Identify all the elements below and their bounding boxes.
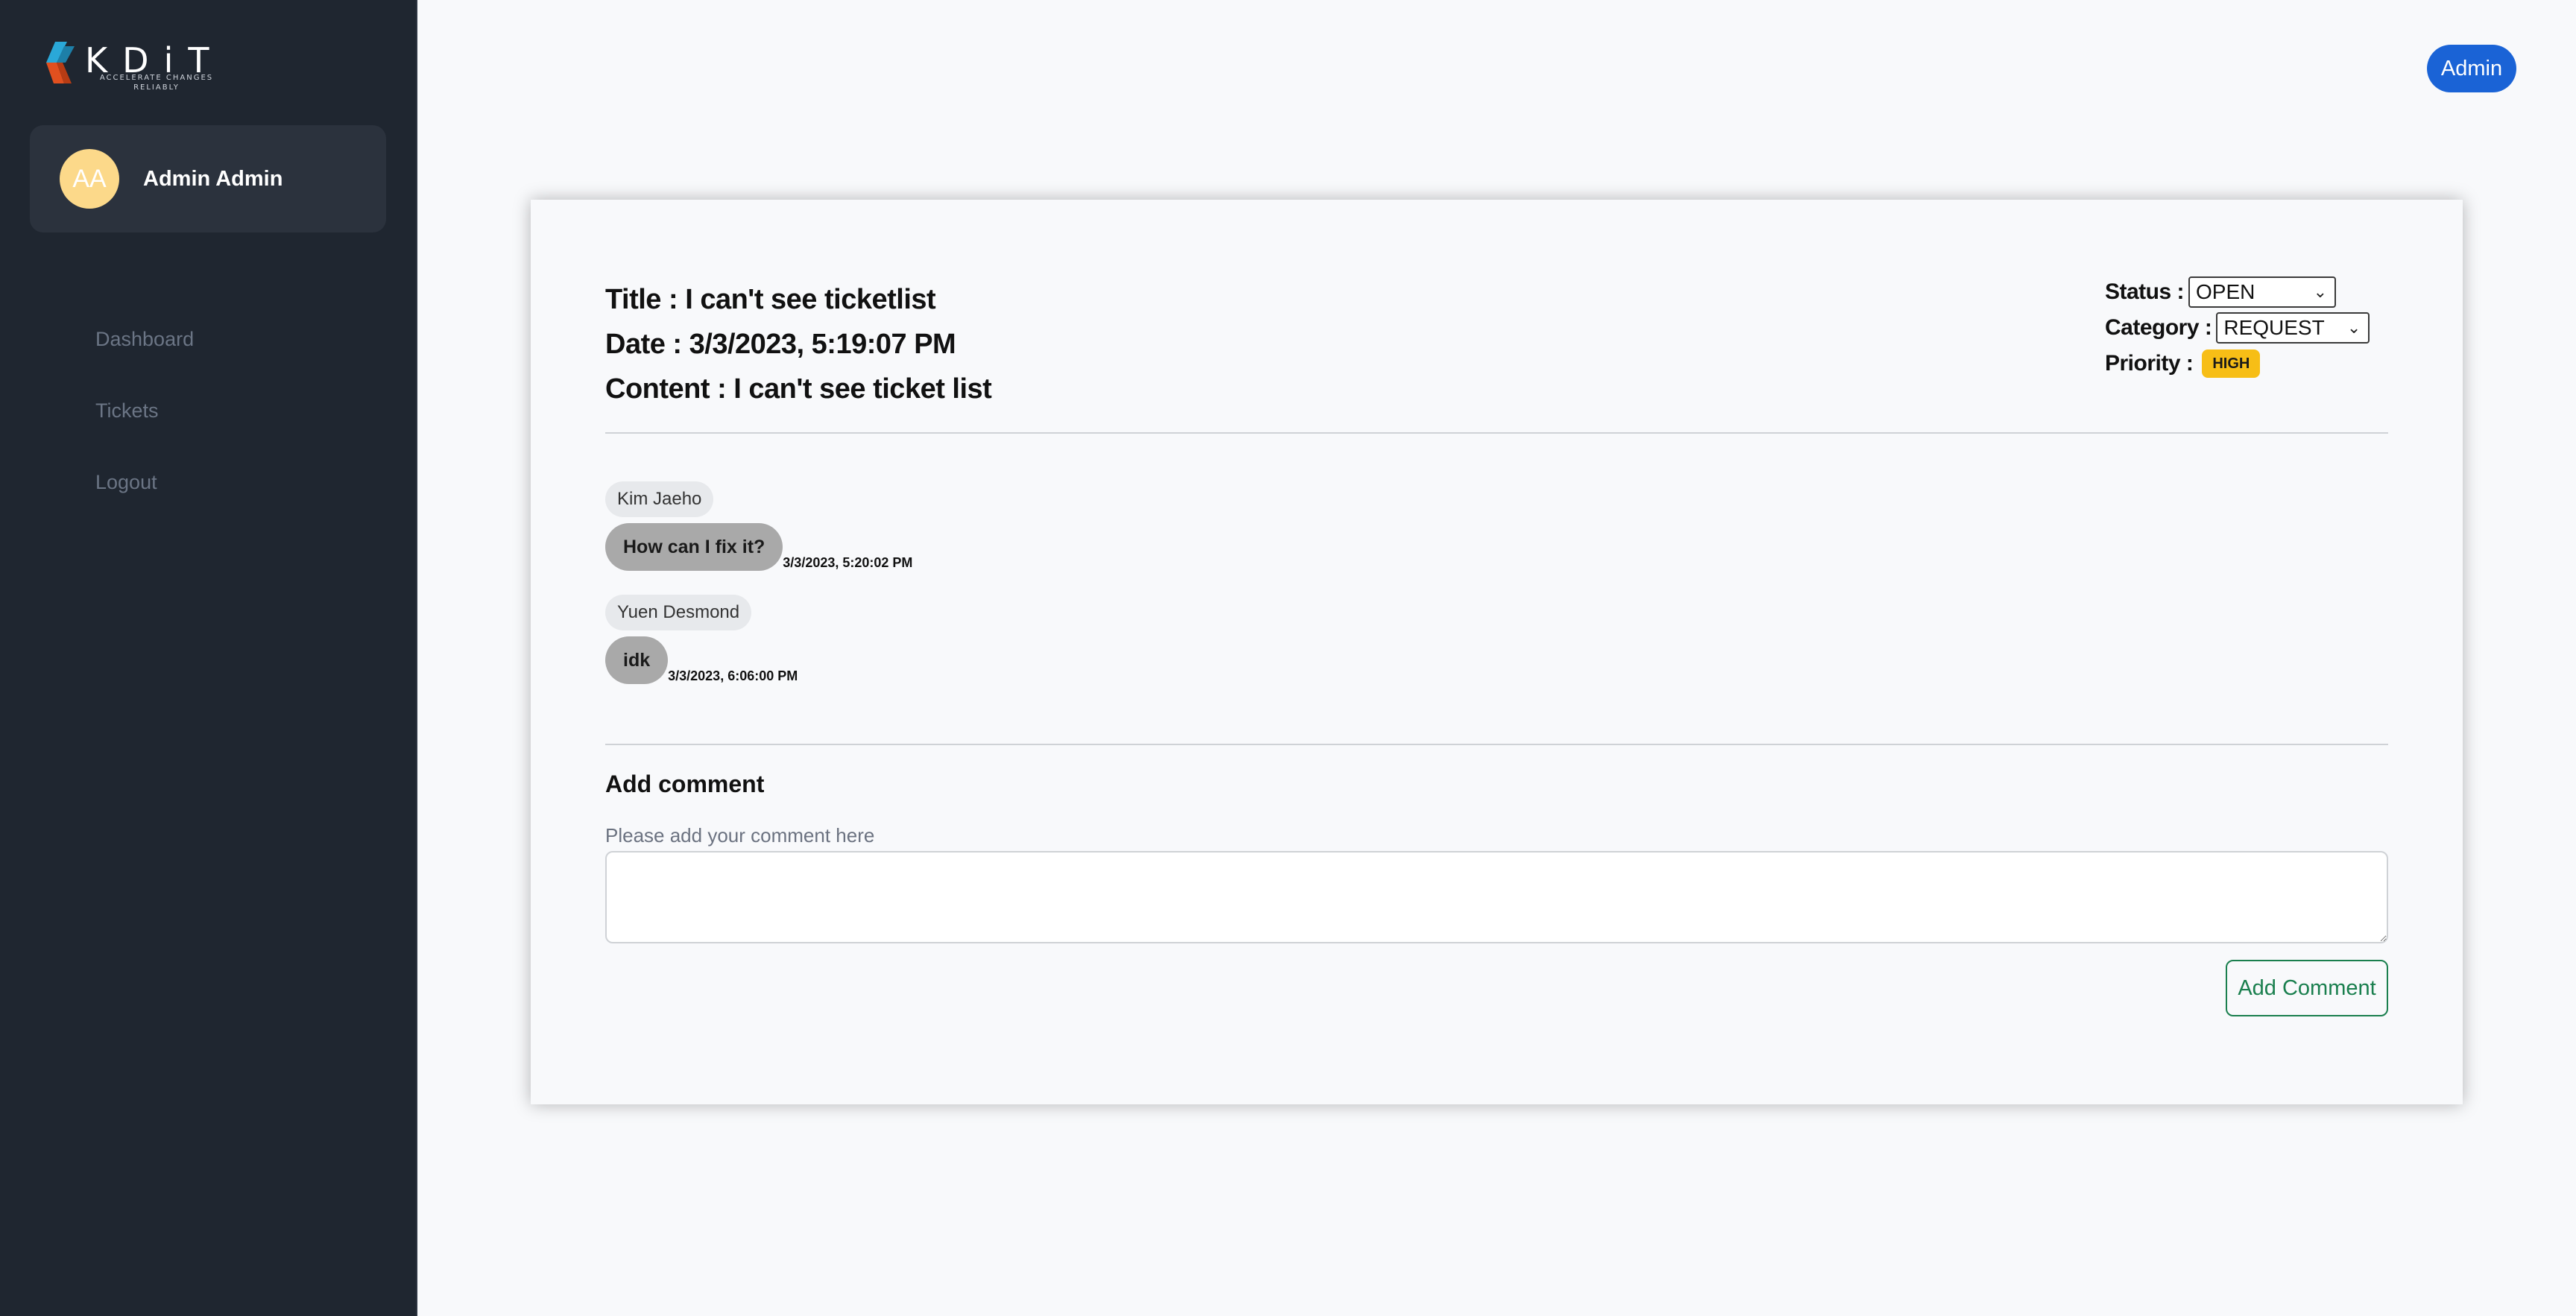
header-divider xyxy=(605,432,2388,434)
priority-badge: HIGH xyxy=(2202,349,2261,378)
admin-role-button[interactable]: Admin xyxy=(2427,45,2516,92)
nav-item-logout[interactable]: Logout xyxy=(95,471,157,494)
chevron-down-icon: ⌄ xyxy=(2313,282,2328,301)
comment-time: 3/3/2023, 5:20:02 PM xyxy=(783,555,913,570)
status-select[interactable]: OPEN ⌄ xyxy=(2188,276,2337,308)
ticket-card: Title : I can't see ticketlist Date : 3/… xyxy=(531,200,2463,1104)
priority-row: Priority : HIGH xyxy=(2105,346,2370,382)
add-comment-button[interactable]: Add Comment xyxy=(2226,960,2388,1016)
sidebar: KDiT ACCELERATE CHANGES RELIABLY AA Admi… xyxy=(0,0,417,1316)
nav-item-dashboard[interactable]: Dashboard xyxy=(95,328,194,351)
status-value: OPEN xyxy=(2196,280,2255,303)
chevron-down-icon: ⌄ xyxy=(2346,318,2361,337)
ticket-title: Title : I can't see ticketlist xyxy=(605,284,936,315)
logo-tagline: ACCELERATE CHANGES RELIABLY xyxy=(99,74,214,92)
priority-label: Priority : xyxy=(2105,351,2194,376)
comments-divider xyxy=(605,744,2388,745)
user-card: AA Admin Admin xyxy=(30,125,386,232)
comment-bubble: How can I fix it? xyxy=(605,523,783,571)
ticket-content: Content : I can't see ticket list xyxy=(605,373,992,405)
ticket-date: Date : 3/3/2023, 5:19:07 PM xyxy=(605,329,956,360)
kdit-logo-icon xyxy=(46,42,75,83)
logo: KDiT ACCELERATE CHANGES RELIABLY xyxy=(42,37,213,92)
comment-bubble: idk xyxy=(605,636,669,684)
category-value: REQUEST xyxy=(2223,316,2325,339)
avatar: AA xyxy=(60,149,119,209)
comment-author: Yuen Desmond xyxy=(605,595,752,630)
status-row: Status : OPEN ⌄ xyxy=(2105,274,2370,310)
nav-item-tickets[interactable]: Tickets xyxy=(95,399,159,423)
status-label: Status : xyxy=(2105,279,2185,304)
comment-time: 3/3/2023, 6:06:00 PM xyxy=(668,668,798,683)
comment-textarea[interactable] xyxy=(605,851,2388,943)
category-select[interactable]: REQUEST ⌄ xyxy=(2216,312,2370,344)
ticket-header: Title : I can't see ticketlist Date : 3/… xyxy=(605,277,992,411)
comment-author: Kim Jaeho xyxy=(605,481,714,517)
user-name: Admin Admin xyxy=(143,167,283,191)
add-comment-title: Add comment xyxy=(605,771,765,797)
ticket-meta: Status : OPEN ⌄ Category : REQUEST ⌄ Pri… xyxy=(2105,274,2370,382)
app-root: KDiT ACCELERATE CHANGES RELIABLY AA Admi… xyxy=(0,0,2576,1316)
category-label: Category : xyxy=(2105,315,2212,340)
comment-item: Yuen Desmond idk 3/3/2023, 6:06:00 PM xyxy=(605,595,798,684)
comment-message-row: idk 3/3/2023, 6:06:00 PM xyxy=(605,636,798,684)
comment-field-label: Please add your comment here xyxy=(605,824,875,847)
comment-item: Kim Jaeho How can I fix it? 3/3/2023, 5:… xyxy=(605,481,912,571)
comment-message-row: How can I fix it? 3/3/2023, 5:20:02 PM xyxy=(605,523,912,571)
category-row: Category : REQUEST ⌄ xyxy=(2105,310,2370,346)
